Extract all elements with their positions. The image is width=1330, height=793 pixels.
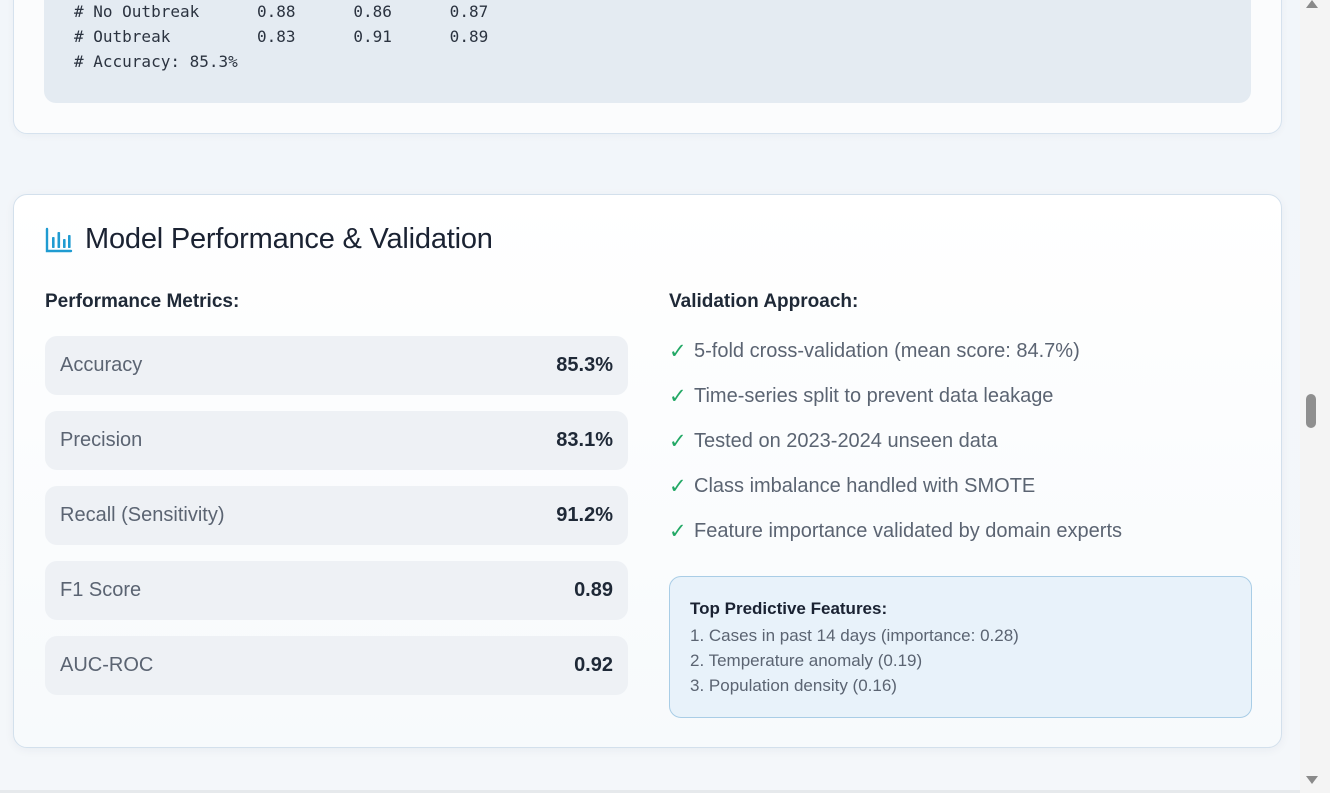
metric-label: Precision [60, 429, 143, 451]
scroll-up-arrow-icon[interactable] [1306, 0, 1318, 8]
validation-item: ✓ Class imbalance handled with SMOTE [669, 474, 1035, 499]
metric-row-f1: F1 Score 0.89 [45, 561, 628, 620]
feature-item: 2. Temperature anomaly (0.19) [690, 651, 923, 670]
metrics-heading: Performance Metrics: [45, 291, 240, 312]
scroll-down-arrow-icon[interactable] [1306, 776, 1318, 784]
metric-row-auc-roc: AUC-ROC 0.92 [45, 636, 628, 695]
metric-row-recall: Recall (Sensitivity) 91.2% [45, 486, 628, 545]
card-header: Model Performance & Validation [45, 223, 493, 256]
features-title: Top Predictive Features: [690, 599, 888, 618]
validation-item: ✓ 5-fold cross-validation (mean score: 8… [669, 339, 1080, 364]
metric-value: 91.2% [556, 504, 613, 526]
validation-text: Time-series split to prevent data leakag… [694, 385, 1054, 407]
metric-label: Accuracy [60, 354, 143, 376]
code-block: # No Outbreak 0.88 0.86 0.87 # Outbreak … [44, 0, 1251, 103]
metric-value: 83.1% [556, 429, 613, 451]
code-line: # No Outbreak 0.88 0.86 0.87 [74, 2, 489, 21]
metric-value: 85.3% [556, 354, 613, 376]
validation-text: 5-fold cross-validation (mean score: 84.… [694, 340, 1080, 362]
check-icon: ✓ [669, 430, 687, 453]
metric-value: 0.89 [574, 579, 613, 601]
validation-item: ✓ Tested on 2023-2024 unseen data [669, 429, 998, 454]
validation-text: Tested on 2023-2024 unseen data [694, 430, 998, 452]
metric-label: Recall (Sensitivity) [60, 504, 225, 526]
metric-row-precision: Precision 83.1% [45, 411, 628, 470]
section-title: Model Performance & Validation [85, 223, 493, 255]
metric-value: 0.92 [574, 654, 613, 676]
vertical-scrollbar[interactable] [1300, 0, 1330, 793]
check-icon: ✓ [669, 475, 687, 498]
validation-text: Class imbalance handled with SMOTE [694, 475, 1036, 497]
top-features-box: Top Predictive Features: 1. Cases in pas… [669, 576, 1252, 718]
feature-item: 3. Population density (0.16) [690, 676, 897, 695]
code-card: # No Outbreak 0.88 0.86 0.87 # Outbreak … [13, 0, 1282, 134]
feature-item: 1. Cases in past 14 days (importance: 0.… [690, 626, 1019, 645]
metric-row-accuracy: Accuracy 85.3% [45, 336, 628, 395]
validation-heading: Validation Approach: [669, 291, 859, 312]
check-icon: ✓ [669, 340, 687, 363]
validation-item: ✓ Time-series split to prevent data leak… [669, 384, 1053, 409]
check-icon: ✓ [669, 385, 687, 408]
code-line: # Accuracy: 85.3% [74, 52, 238, 71]
check-icon: ✓ [669, 520, 687, 543]
scroll-thumb[interactable] [1306, 394, 1316, 428]
metric-label: F1 Score [60, 579, 142, 601]
validation-item: ✓ Feature importance validated by domain… [669, 519, 1122, 544]
validation-text: Feature importance validated by domain e… [694, 520, 1123, 542]
metric-label: AUC-ROC [60, 654, 154, 676]
model-performance-card: Model Performance & Validation Performan… [13, 194, 1282, 748]
code-line: # Outbreak 0.83 0.91 0.89 [74, 27, 489, 46]
bar-chart-icon [45, 226, 73, 254]
page-viewport[interactable]: # No Outbreak 0.88 0.86 0.87 # Outbreak … [0, 0, 1313, 793]
